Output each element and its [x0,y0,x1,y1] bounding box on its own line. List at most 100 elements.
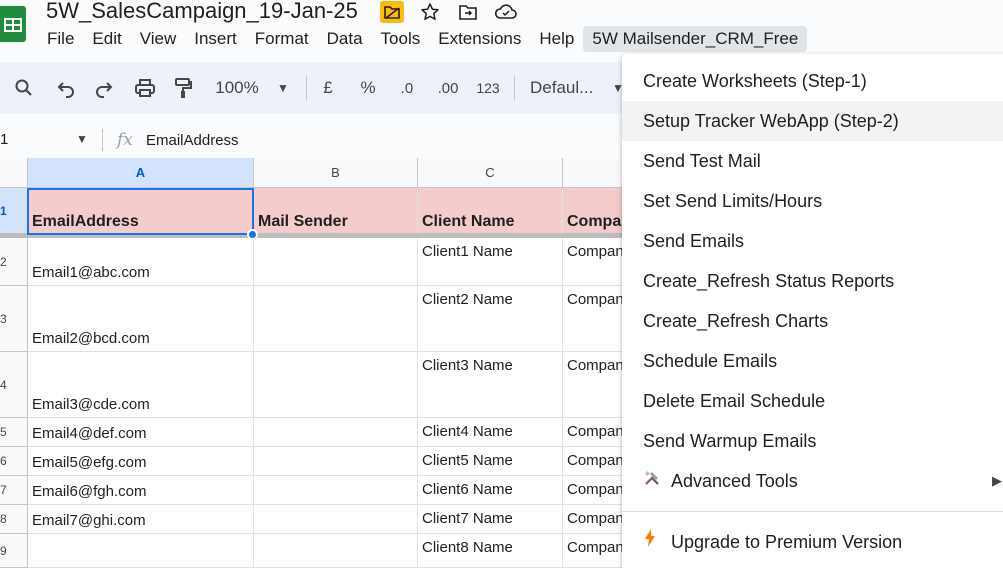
increase-decimal-label: .00 [437,79,459,97]
font-select[interactable]: Defaul... [530,62,602,114]
tools-icon [643,462,671,502]
redo-icon[interactable] [90,62,118,114]
menu-divider [622,511,1003,512]
name-box-caret-icon[interactable]: ▼ [76,132,88,146]
client-cell[interactable]: Client4 Name [418,418,563,447]
star-icon[interactable] [418,1,442,23]
menu-create-worksheets[interactable]: Create Worksheets (Step-1) [622,61,1003,101]
email-cell[interactable]: Email6@fgh.com [28,476,254,505]
more-formats-button[interactable]: 123 [472,62,504,114]
row-header[interactable]: 1 [0,188,28,235]
header-cell-client-name[interactable]: Client Name [418,188,563,235]
menu-schedule-emails[interactable]: Schedule Emails [622,341,1003,381]
client-cell[interactable]: Client8 Name [418,534,563,568]
row-header[interactable]: 7 [0,476,28,505]
toolbar-divider [514,76,515,100]
cloud-saved-icon[interactable] [494,1,518,23]
decrease-decimal-button[interactable]: .0 [393,62,421,114]
sheets-logo[interactable] [0,6,26,42]
menu-view[interactable]: View [131,26,186,52]
menu-send-test-mail[interactable]: Send Test Mail [622,141,1003,181]
zoom-caret-icon[interactable]: ▼ [272,62,294,114]
menu-send-emails[interactable]: Send Emails [622,221,1003,261]
header-cell-email[interactable]: EmailAddress [28,188,254,235]
menu-refresh-charts[interactable]: Create_Refresh Charts [622,301,1003,341]
menu-set-send-limits[interactable]: Set Send Limits/Hours [622,181,1003,221]
row-header[interactable]: 4 [0,352,28,418]
row-header[interactable]: 9 [0,534,28,568]
menu-file[interactable]: File [38,26,83,52]
increase-decimal-button[interactable]: .00 [432,62,464,114]
email-cell[interactable]: Email2@bcd.com [28,286,254,352]
lightning-icon [643,523,671,563]
header-cell-mail-sender[interactable]: Mail Sender [254,188,418,235]
sender-cell[interactable] [254,476,418,505]
toolbar: 100% ▼ £ % .0 .00 123 Defaul... ▼ [0,62,650,114]
fx-icon: fx [117,130,133,150]
email-cell[interactable]: Email1@abc.com [28,238,254,286]
row-header[interactable]: 2 [0,238,28,286]
sender-cell[interactable] [254,352,418,418]
row-header[interactable]: 8 [0,505,28,534]
email-cell[interactable]: Email7@ghi.com [28,505,254,534]
client-cell[interactable]: Client2 Name [418,286,563,352]
formula-input[interactable]: EmailAddress [146,132,239,149]
menu-insert[interactable]: Insert [185,26,246,52]
move-folder-icon[interactable] [456,1,480,23]
sender-cell[interactable] [254,238,418,286]
menu-upgrade-premium[interactable]: Upgrade to Premium Version [622,522,1003,562]
email-cell[interactable]: Email5@efg.com [28,447,254,476]
col-header-a[interactable]: A [28,158,254,188]
menu-5w-mailsender[interactable]: 5W Mailsender_CRM_Free [583,26,808,52]
email-cell[interactable]: Email3@cde.com [28,352,254,418]
select-all-corner[interactable] [0,158,28,188]
zoom-select[interactable]: 100% [206,62,268,114]
currency-format-button[interactable]: £ [316,62,340,114]
sender-cell[interactable] [254,447,418,476]
toolbar-divider [306,76,307,100]
zoom-value: 100% [215,78,259,97]
folder-shortcut-icon[interactable] [380,1,404,23]
paint-format-icon[interactable] [168,62,198,114]
menu-edit[interactable]: Edit [83,26,130,52]
advanced-tools-label: Advanced Tools [671,471,798,491]
email-cell[interactable] [28,534,254,568]
upgrade-label: Upgrade to Premium Version [671,532,903,552]
menu-tools[interactable]: Tools [372,26,430,52]
menubar: File Edit View Insert Format Data Tools … [38,26,808,52]
menu-advanced-tools[interactable]: Advanced Tools ▶ [622,461,1003,501]
client-cell[interactable]: Client5 Name [418,447,563,476]
sender-cell[interactable] [254,286,418,352]
sender-cell[interactable] [254,418,418,447]
addon-dropdown-menu: Create Worksheets (Step-1) Setup Tracker… [622,54,1003,568]
sender-cell[interactable] [254,505,418,534]
menu-delete-email-schedule[interactable]: Delete Email Schedule [622,381,1003,421]
undo-icon[interactable] [52,62,80,114]
doc-title[interactable]: 5W_SalesCampaign_19-Jan-25 [46,0,358,24]
row-header[interactable]: 3 [0,286,28,352]
name-box[interactable]: 1 [0,131,8,148]
submenu-arrow-icon: ▶ [992,473,1002,488]
menu-extensions[interactable]: Extensions [429,26,530,52]
fill-handle[interactable] [247,229,258,240]
menu-format[interactable]: Format [246,26,318,52]
menu-send-warmup-emails[interactable]: Send Warmup Emails [622,421,1003,461]
sender-cell[interactable] [254,534,418,568]
menu-help[interactable]: Help [530,26,583,52]
print-icon[interactable] [130,62,160,114]
search-menus-icon[interactable] [8,62,40,114]
percent-format-button[interactable]: % [354,62,382,114]
email-cell[interactable]: Email4@def.com [28,418,254,447]
menu-setup-tracker-webapp[interactable]: Setup Tracker WebApp (Step-2) [622,101,1003,141]
col-header-b[interactable]: B [254,158,418,188]
client-cell[interactable]: Client6 Name [418,476,563,505]
menu-refresh-status-reports[interactable]: Create_Refresh Status Reports [622,261,1003,301]
menu-data[interactable]: Data [318,26,372,52]
formula-divider [102,129,103,151]
client-cell[interactable]: Client1 Name [418,238,563,286]
row-header[interactable]: 6 [0,447,28,476]
client-cell[interactable]: Client3 Name [418,352,563,418]
row-header[interactable]: 5 [0,418,28,447]
col-header-c[interactable]: C [418,158,563,188]
client-cell[interactable]: Client7 Name [418,505,563,534]
